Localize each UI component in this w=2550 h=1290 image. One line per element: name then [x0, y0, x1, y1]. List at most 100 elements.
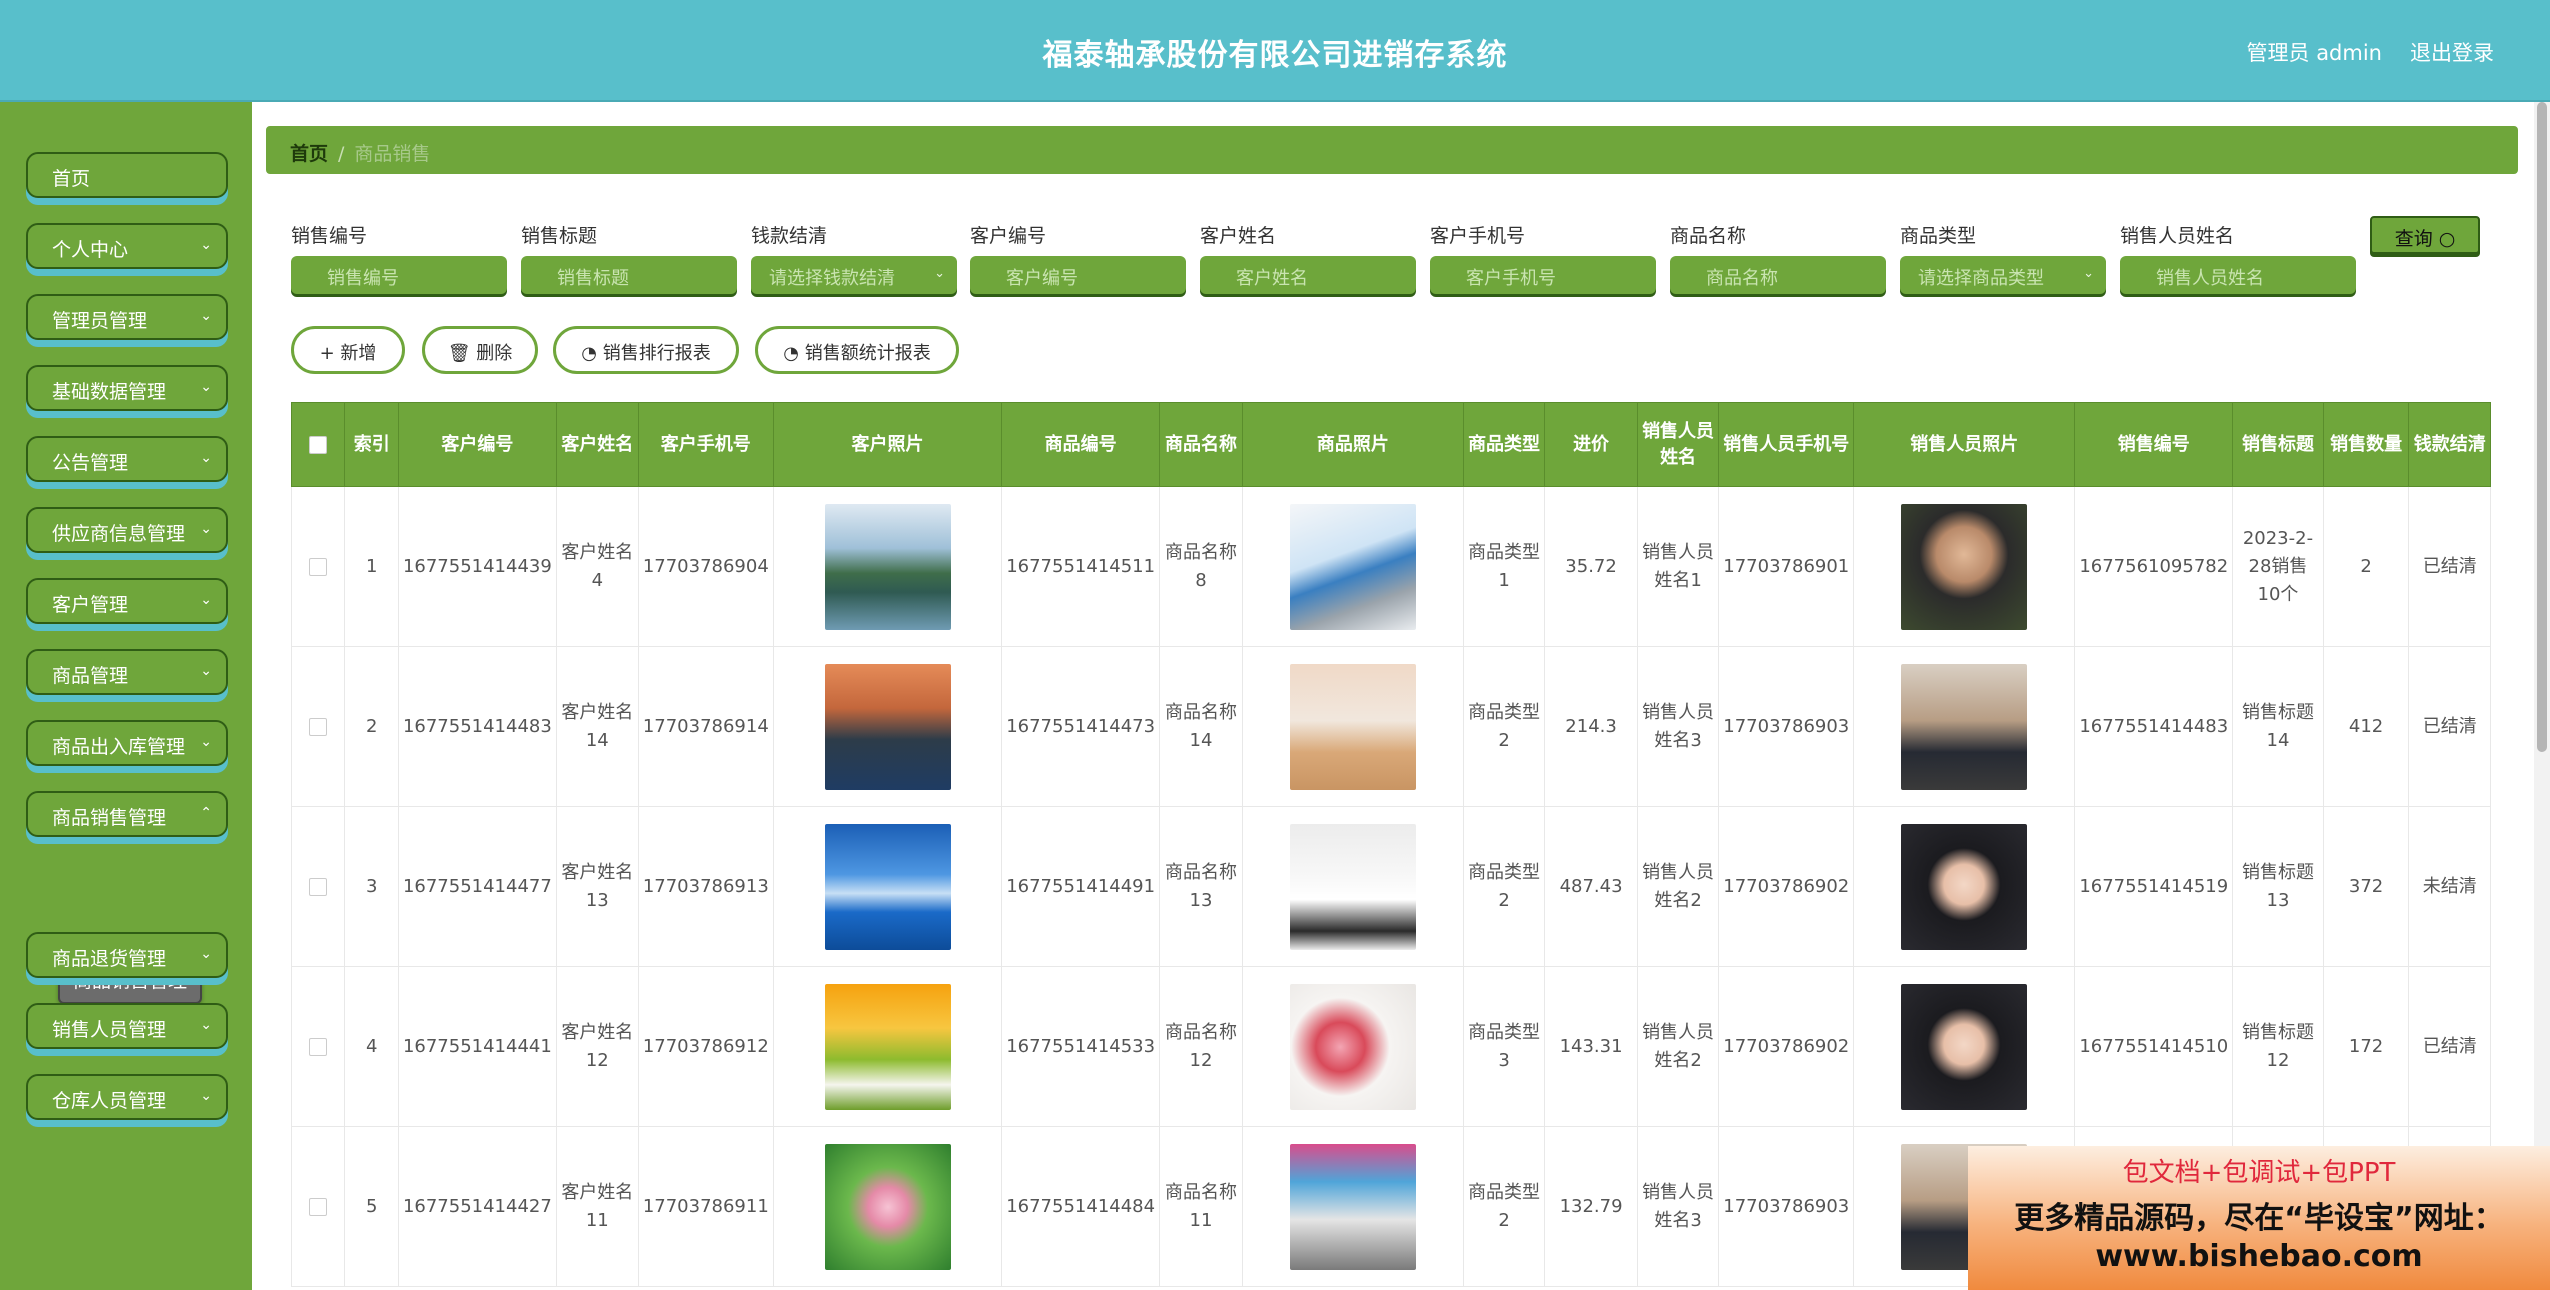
customer-photo — [824, 663, 951, 790]
price: 214.3 — [1544, 646, 1638, 807]
delete-button[interactable]: 🗑 删除 — [422, 326, 538, 374]
sidebar-item-notice[interactable]: 公告管理 ⌄ — [26, 436, 228, 482]
product-photo — [1289, 663, 1416, 790]
sale-title: 销售标题12 — [2232, 966, 2324, 1127]
row-checkbox[interactable] — [309, 1037, 328, 1056]
product-name: 商品名称12 — [1159, 966, 1243, 1127]
sidebar-item-admin[interactable]: 管理员管理 ⌄ — [26, 294, 228, 340]
customer-phone: 17703786904 — [637, 486, 774, 647]
column-header: 进价 — [1544, 402, 1638, 487]
settled-status: 未结清 — [2408, 806, 2491, 967]
chevron-down-icon: ⌄ — [200, 379, 212, 395]
select-all-header[interactable] — [291, 402, 346, 487]
row-checkbox[interactable] — [309, 557, 328, 576]
sidebar-item-customer[interactable]: 客户管理 ⌄ — [26, 578, 228, 624]
sidebar: 首页 个人中心 ⌄ 管理员管理 ⌄ 基础数据管理 ⌄ 公告管理 ⌄ 供应商信息管理 ⌄ 客… — [0, 102, 252, 1290]
customer-photo-cell — [772, 1126, 1003, 1287]
seller-photo — [1901, 663, 2028, 790]
top-header: 福泰轴承股份有限公司进销存系统 管理员 admin 退出登录 — [0, 0, 2550, 102]
row-select-cell[interactable] — [291, 1126, 346, 1287]
sale-qty: 2 — [2322, 486, 2410, 647]
row-checkbox[interactable] — [309, 877, 328, 896]
product-photo — [1289, 823, 1416, 950]
product-name: 商品名称8 — [1159, 486, 1243, 647]
customer-photo-cell — [772, 646, 1003, 807]
customer-no-input[interactable]: 客户编号 — [970, 256, 1186, 294]
sidebar-item-label: 仓库人员管理 — [52, 1090, 167, 1112]
add-button[interactable]: + 新增 — [291, 326, 405, 374]
table-row[interactable]: 2 1677551414483 客户姓名14 17703786914 167755141… — [291, 646, 2491, 807]
customer-photo — [824, 1143, 951, 1270]
settled-select[interactable]: 请选择钱款结清 ⌄ — [751, 256, 957, 294]
seller-name-input[interactable]: 销售人员姓名 — [2120, 256, 2356, 294]
product-type-select[interactable]: 请选择商品类型 ⌄ — [1900, 256, 2106, 294]
row-select-cell[interactable] — [291, 966, 346, 1127]
sales-stat-report-button[interactable]: ◔ 销售额统计报表 — [755, 326, 959, 374]
sidebar-item-product[interactable]: 商品管理 ⌄ — [26, 649, 228, 695]
field-label-customer-no: 客户编号 — [970, 225, 1047, 247]
table-row[interactable]: 1 1677551414439 客户姓名4 17703786904 1677551414… — [291, 486, 2491, 647]
sidebar-item-supplier[interactable]: 供应商信息管理 ⌄ — [26, 507, 228, 553]
logout-link[interactable]: 退出登录 — [2410, 37, 2494, 67]
chevron-down-icon: ⌄ — [200, 450, 212, 466]
column-header: 商品照片 — [1241, 402, 1464, 487]
sidebar-item-stock-io[interactable]: 商品出入库管理 ⌄ — [26, 720, 228, 766]
sales-rank-report-button[interactable]: ◔ 销售排行报表 — [553, 326, 739, 374]
row-checkbox[interactable] — [309, 717, 328, 736]
field-label-product-name: 商品名称 — [1670, 225, 1747, 247]
sidebar-item-label: 商品管理 — [52, 665, 129, 687]
sidebar-item-sales[interactable]: 商品销售管理 ⌃ — [26, 791, 228, 837]
sidebar-item-label: 商品退货管理 — [52, 948, 167, 970]
column-header: 商品名称 — [1159, 402, 1243, 487]
customer-phone-input[interactable]: 客户手机号 — [1430, 256, 1656, 294]
row-select-cell[interactable] — [291, 486, 346, 647]
sale-title: 2023-2-28销售10个 — [2232, 486, 2324, 647]
sale-no: 1677551414483 — [2074, 646, 2234, 807]
sidebar-item-returns[interactable]: 商品退货管理 ⌄ — [26, 932, 228, 978]
column-header: 销售编号 — [2074, 402, 2234, 487]
chevron-down-icon: ⌄ — [200, 946, 212, 962]
seller-phone: 17703786902 — [1718, 966, 1855, 1127]
customer-no: 1677551414483 — [397, 646, 557, 807]
settled-status: 已结清 — [2408, 966, 2491, 1127]
sale-no-input[interactable]: 销售编号 — [291, 256, 507, 294]
sidebar-item-profile[interactable]: 个人中心 ⌄ — [26, 223, 228, 269]
sidebar-item-label: 公告管理 — [52, 452, 129, 474]
customer-name-input[interactable]: 客户姓名 — [1200, 256, 1416, 294]
column-header: 客户照片 — [772, 402, 1003, 487]
sale-qty: 372 — [2322, 806, 2410, 967]
customer-no: 1677551414441 — [397, 966, 557, 1127]
product-name-input[interactable]: 商品名称 — [1670, 256, 1886, 294]
promo-line-1: 包文档+包调试+包PPT — [2122, 1158, 2396, 1188]
customer-no: 1677551414477 — [397, 806, 557, 967]
column-header: 钱款结清 — [2408, 402, 2491, 487]
column-header: 商品类型 — [1462, 402, 1546, 487]
row-select-cell[interactable] — [291, 646, 346, 807]
customer-no: 1677551414439 — [397, 486, 557, 647]
sidebar-item-warehouse-staff[interactable]: 仓库人员管理 ⌄ — [26, 1074, 228, 1120]
sale-title-input[interactable]: 销售标题 — [521, 256, 737, 294]
breadcrumb-home[interactable]: 首页 — [290, 143, 328, 165]
table-row[interactable]: 4 1677551414441 客户姓名12 17703786912 167755141… — [291, 966, 2491, 1127]
product-photo-cell — [1241, 1126, 1464, 1287]
chevron-down-icon: ⌄ — [200, 592, 212, 608]
seller-photo-cell — [1853, 486, 2076, 647]
sale-no: 1677561095782 — [2074, 486, 2234, 647]
scrollbar-thumb[interactable] — [2537, 102, 2547, 752]
sidebar-item-sellers[interactable]: 销售人员管理 ⌄ — [26, 1003, 228, 1049]
query-button[interactable]: 查询 ○ — [2370, 216, 2480, 254]
customer-phone: 17703786911 — [637, 1126, 774, 1287]
table-row[interactable]: 3 1677551414477 客户姓名13 17703786913 167755141… — [291, 806, 2491, 967]
sale-no: 1677551414519 — [2074, 806, 2234, 967]
chevron-down-icon: ⌄ — [200, 237, 212, 253]
sale-title: 销售标题14 — [2232, 646, 2324, 807]
sidebar-item-home[interactable]: 首页 — [26, 152, 228, 198]
sidebar-item-basic-data[interactable]: 基础数据管理 ⌄ — [26, 365, 228, 411]
product-photo-cell — [1241, 646, 1464, 807]
select-all-checkbox[interactable] — [309, 435, 328, 454]
page-scrollbar[interactable] — [2534, 102, 2550, 1290]
row-index: 5 — [344, 1126, 399, 1287]
row-select-cell[interactable] — [291, 806, 346, 967]
breadcrumb: 首页 / 商品销售 — [266, 126, 2518, 174]
row-checkbox[interactable] — [309, 1197, 328, 1216]
